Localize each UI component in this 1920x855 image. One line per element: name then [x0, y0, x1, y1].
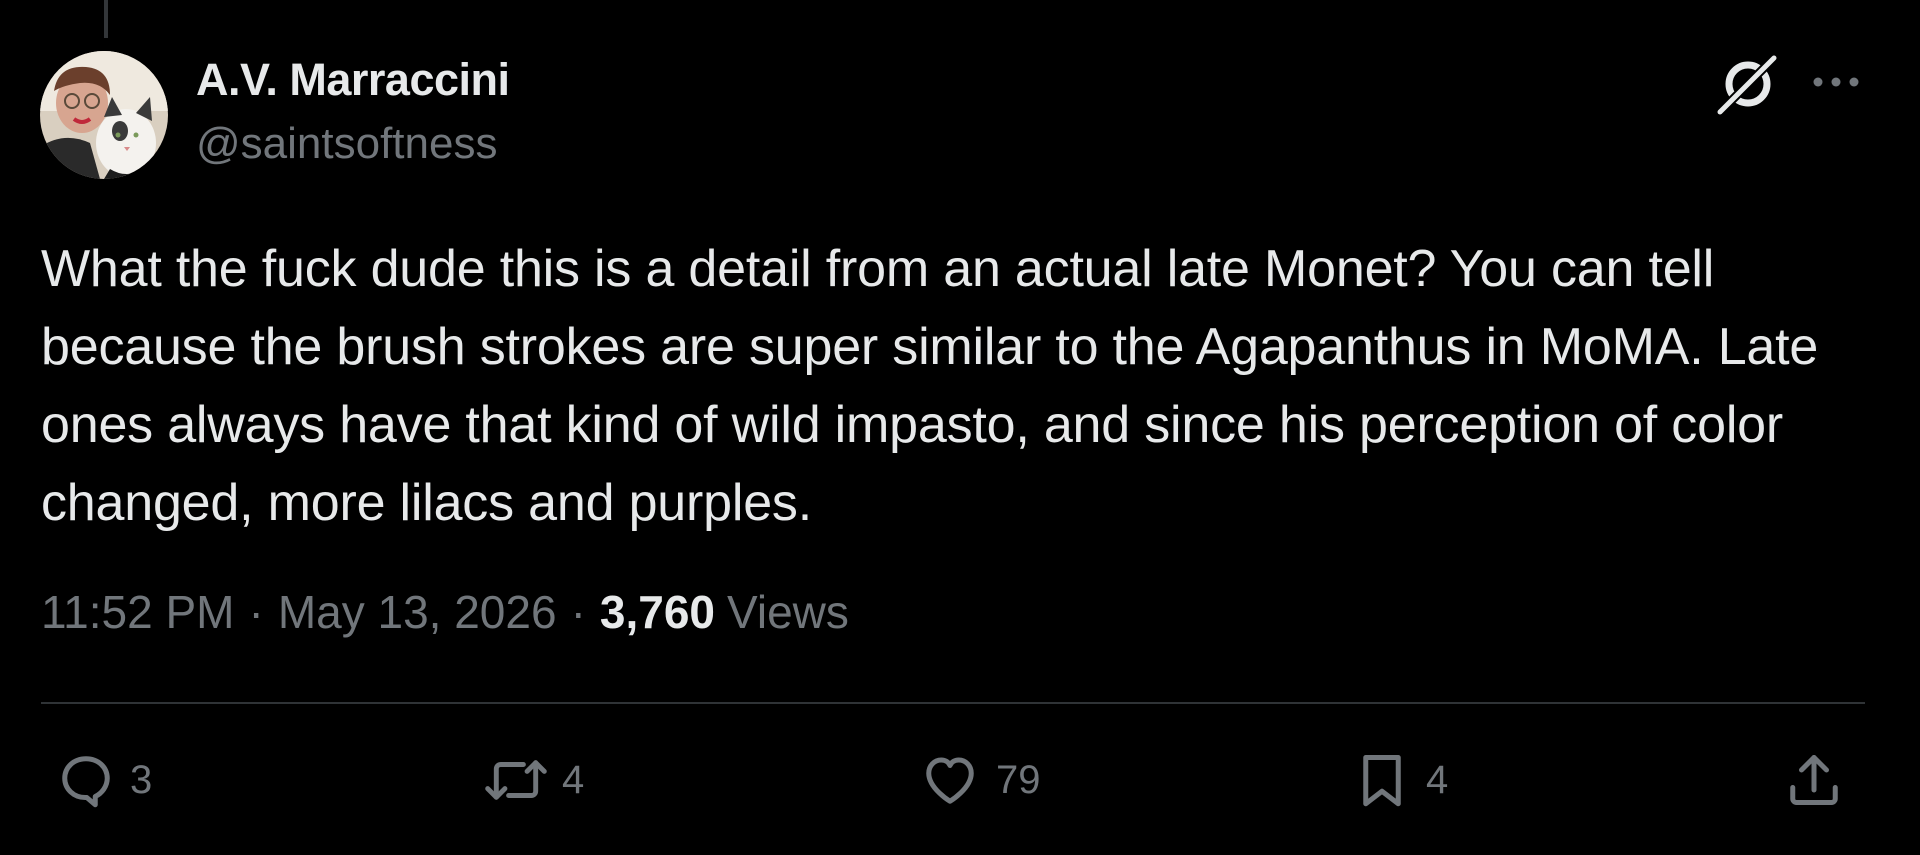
reply-icon	[62, 756, 110, 808]
avatar[interactable]	[40, 51, 168, 179]
bookmark-icon	[1363, 755, 1401, 807]
thread-connector-line	[104, 0, 108, 38]
like-count: 79	[996, 757, 1041, 802]
avatar-photo-icon	[40, 51, 168, 179]
reply-button[interactable]: 3	[56, 748, 152, 812]
repost-button[interactable]: 4	[484, 748, 584, 812]
grok-icon[interactable]	[1716, 52, 1780, 116]
divider	[41, 702, 1865, 704]
share-button[interactable]	[1784, 748, 1844, 812]
bookmark-button[interactable]: 4	[1352, 748, 1448, 812]
heart-icon	[926, 757, 974, 804]
repost-icon	[485, 760, 547, 800]
share-icon	[1790, 755, 1838, 805]
author-display-name[interactable]: A.V. Marraccini	[196, 54, 510, 106]
views-label[interactable]: Views	[727, 585, 849, 639]
tweet-time[interactable]: 11:52 PM	[41, 585, 234, 639]
tweet-metadata: 11:52 PM · May 13, 2026 · 3,760 Views	[41, 585, 849, 639]
meta-separator: ·	[570, 586, 586, 638]
views-count[interactable]: 3,760	[600, 585, 715, 639]
tweet-text: What the fuck dude this is a detail from…	[41, 240, 1819, 532]
meta-separator: ·	[248, 586, 264, 638]
more-icon[interactable]	[1808, 66, 1864, 98]
repost-count: 4	[562, 757, 585, 802]
bookmark-count: 4	[1426, 757, 1449, 802]
author-handle[interactable]: @saintsoftness	[196, 119, 497, 169]
tweet-date[interactable]: May 13, 2026	[278, 585, 557, 639]
like-button[interactable]: 79	[918, 748, 1041, 812]
reply-count: 3	[130, 757, 153, 802]
